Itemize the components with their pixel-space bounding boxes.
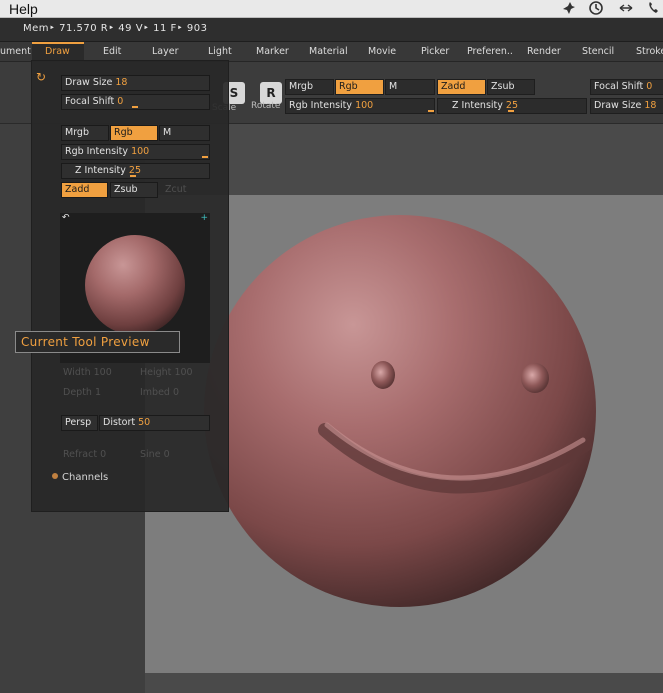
rotate-label: Rotate [251,101,281,111]
channels-subpalette[interactable]: Channels [52,472,108,483]
height-slider-panel: Height 100 [140,367,193,378]
phone-icon[interactable] [645,0,663,18]
rgb-intensity-slider-panel[interactable]: Rgb Intensity 100 [61,144,210,160]
rgb-button-panel[interactable]: Rgb [110,125,158,141]
distort-slider-panel[interactable]: Distort 50 [99,415,210,431]
mrgb-button[interactable]: Mrgb [285,79,334,95]
menu-light[interactable]: Light [208,46,232,57]
persp-button-panel[interactable]: Persp [61,415,98,431]
refract-slider-panel: Refract 0 [63,449,107,460]
rgb-button[interactable]: Rgb [335,79,384,95]
zadd-button[interactable]: Zadd [437,79,486,95]
refresh-icon[interactable]: ↻ [36,70,46,84]
z-intensity-slider-panel[interactable]: Z Intensity 25 [61,163,210,179]
sine-slider-panel: Sine 0 [140,449,170,460]
focal-shift-slider-panel[interactable]: Focal Shift 0 [61,94,210,110]
menu-stroke[interactable]: Stroke [636,46,663,57]
draw-size-slider-panel[interactable]: Draw Size 18 [61,75,210,91]
preview-reset-icon[interactable]: ↶ [62,213,70,223]
draw-size-slider[interactable]: Draw Size 18 [590,98,663,114]
depth-slider-panel: Depth 1 [63,387,102,398]
menu-movie[interactable]: Movie [368,46,396,57]
main-menu-bar: ument Draw Edit Layer Light Marker Mater… [0,42,663,62]
zsub-button[interactable]: Zsub [487,79,535,95]
menu-edit[interactable]: Edit [103,46,121,57]
menu-material[interactable]: Material [309,46,348,57]
focal-shift-slider[interactable]: Focal Shift 0 [590,79,663,95]
menu-stencil[interactable]: Stencil [582,46,614,57]
zsub-button-panel[interactable]: Zsub [110,182,158,198]
channels-bullet-icon [52,473,58,479]
menu-marker[interactable]: Marker [256,46,289,57]
menu-draw[interactable]: Draw [45,46,70,57]
tool-preview-tooltip: Current Tool Preview [15,331,180,353]
mrgb-button-panel[interactable]: Mrgb [61,125,109,141]
menu-preferences[interactable]: Preferen.. [467,46,513,57]
history-icon[interactable] [587,0,605,18]
draw-palette: ↻ Draw Size 18 Focal Shift 0 Mrgb Rgb M … [31,60,229,512]
imbed-slider-panel: Imbed 0 [140,387,180,398]
width-slider-panel: Width 100 [63,367,112,378]
m-button[interactable]: M [385,79,435,95]
preview-add-icon[interactable]: + [200,213,208,223]
help-bar: Help [0,0,663,18]
zcut-button-panel: Zcut [165,184,187,195]
zadd-button-panel[interactable]: Zadd [61,182,108,198]
help-menu[interactable]: Help [9,1,38,17]
swap-arrows-icon[interactable] [617,0,635,18]
z-intensity-slider[interactable]: Z Intensity 25 [437,98,587,114]
menu-render[interactable]: Render [527,46,561,57]
m-button-panel[interactable]: M [159,125,210,141]
menu-layer[interactable]: Layer [152,46,179,57]
bird-icon[interactable] [560,0,578,18]
memory-stats: Mem‣ 71.570 R‣ 49 V‣ 11 F‣ 903 [23,23,208,34]
status-bar: Mem‣ 71.570 R‣ 49 V‣ 11 F‣ 903 [0,18,663,42]
rgb-intensity-slider[interactable]: Rgb Intensity 100 [285,98,435,114]
menu-picker[interactable]: Picker [421,46,449,57]
menu-document[interactable]: ument [0,46,31,57]
